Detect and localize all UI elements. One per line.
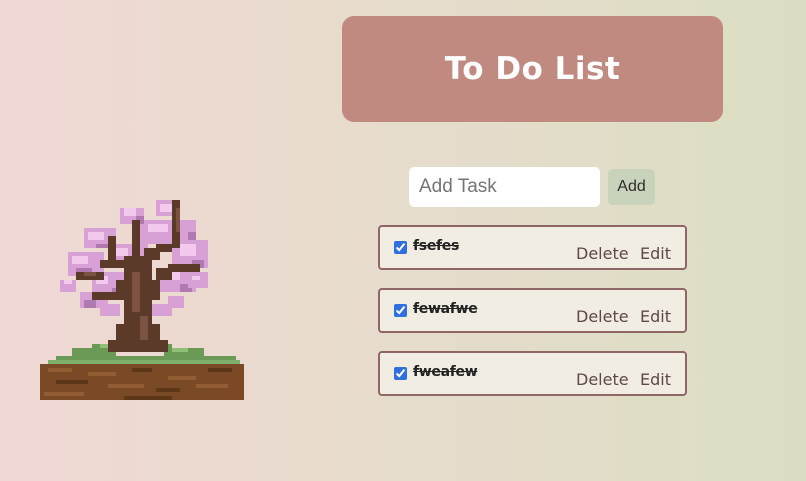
add-task-form: Add xyxy=(409,167,655,207)
task-list: fsefes Delete Edit fewafwe Delete Edit f… xyxy=(378,225,687,414)
add-task-button[interactable]: Add xyxy=(608,169,655,205)
task-item: fweafew Delete Edit xyxy=(378,351,687,396)
edit-task-button[interactable]: Edit xyxy=(640,307,671,326)
cherry-blossom-tree-icon xyxy=(40,200,244,400)
task-text: fewafwe xyxy=(413,301,478,317)
edit-task-button[interactable]: Edit xyxy=(640,370,671,389)
task-item: fewafwe Delete Edit xyxy=(378,288,687,333)
task-complete-checkbox[interactable] xyxy=(394,241,407,254)
delete-task-button[interactable]: Delete xyxy=(576,244,629,263)
page-title: To Do List xyxy=(444,51,621,87)
header-banner: To Do List xyxy=(342,16,723,122)
task-complete-checkbox[interactable] xyxy=(394,367,407,380)
task-complete-checkbox[interactable] xyxy=(394,304,407,317)
add-task-input[interactable] xyxy=(409,167,600,207)
task-text: fsefes xyxy=(413,238,460,254)
task-text: fweafew xyxy=(413,364,478,380)
task-item: fsefes Delete Edit xyxy=(378,225,687,270)
edit-task-button[interactable]: Edit xyxy=(640,244,671,263)
delete-task-button[interactable]: Delete xyxy=(576,370,629,389)
delete-task-button[interactable]: Delete xyxy=(576,307,629,326)
